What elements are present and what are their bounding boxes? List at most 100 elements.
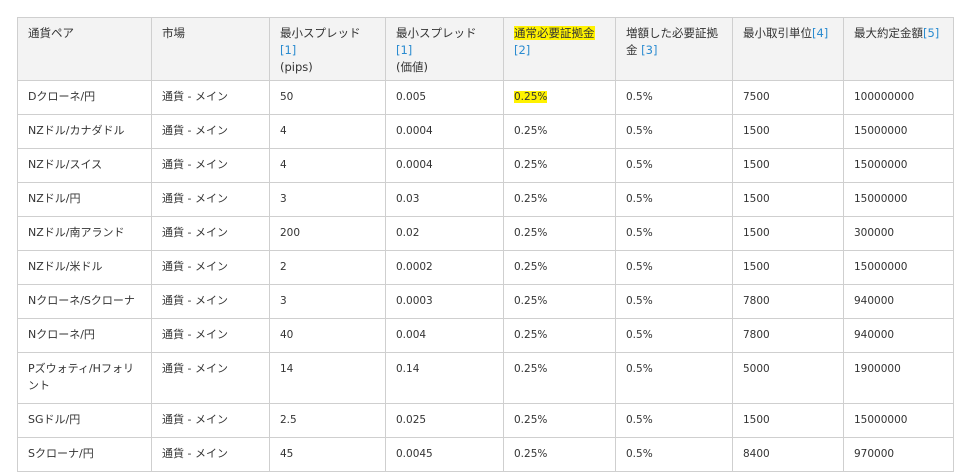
spread-pips-cell: 3 [269, 182, 386, 217]
min-unit-value: 1500 [743, 227, 770, 239]
spread-value-value: 0.14 [396, 363, 420, 375]
column-header-2: 最小スプレッド [1] (pips) [269, 17, 386, 81]
market-cell: 通貨 - メイン [151, 250, 270, 285]
market-cell: 通貨 - メイン [151, 148, 270, 183]
max-amount-value: 1900000 [854, 363, 901, 375]
increased-margin-value: 0.5% [626, 295, 653, 307]
market-cell: 通貨 - メイン [151, 284, 270, 319]
spread-pips-value: 3 [280, 295, 287, 307]
spread-pips-value: 4 [280, 159, 287, 171]
min-unit-value: 7800 [743, 295, 770, 307]
spread-value-cell: 0.004 [385, 318, 504, 353]
spread-pips-value: 45 [280, 448, 294, 460]
spread-pips-cell: 2 [269, 250, 386, 285]
footnote-link[interactable]: [4] [812, 26, 828, 40]
increased-margin-cell: 0.5% [615, 80, 733, 115]
margin-cell: 0.25% [503, 250, 616, 285]
table-row: NZドル/スイス 通貨 - メイン 4 0.0004 0.25% 0.5% 1500 1500… [17, 148, 954, 183]
min-unit-cell: 1500 [732, 250, 844, 285]
increased-margin-cell: 0.5% [615, 318, 733, 353]
spread-pips-value: 14 [280, 363, 294, 375]
min-unit-cell: 7500 [732, 80, 844, 115]
market-cell: 通貨 - メイン [151, 80, 270, 115]
increased-margin-cell: 0.5% [615, 216, 733, 251]
increased-margin-value: 0.5% [626, 91, 653, 103]
increased-margin-cell: 0.5% [615, 250, 733, 285]
max-amount-cell: 15000000 [843, 148, 954, 183]
spread-pips-value: 3 [280, 193, 287, 205]
column-header-7: 最大約定金額[5] [843, 17, 954, 81]
column-header-1: 市場 [151, 17, 270, 81]
column-header-4: 通常必要証拠金 [2] [503, 17, 616, 81]
footnote-link[interactable]: [3] [641, 43, 657, 57]
column-header-0: 通貨ペア [17, 17, 152, 81]
table-row: NZドル/円 通貨 - メイン 3 0.03 0.25% 0.5% 1500 15000000 [17, 182, 954, 217]
min-unit-value: 1500 [743, 193, 770, 205]
market-cell: 通貨 - メイン [151, 114, 270, 149]
spread-pips-value: 2.5 [280, 414, 297, 426]
currency-pair-value: NZドル/円 [28, 192, 81, 205]
margin-cell: 0.25% [503, 114, 616, 149]
increased-margin-cell: 0.5% [615, 352, 733, 404]
currency-pair-cell: Pズウォティ/Hフォリント [17, 352, 152, 404]
margin-value: 0.25% [514, 363, 548, 375]
currency-pair-cell: NZドル/カナダドル [17, 114, 152, 149]
spread-pips-cell: 4 [269, 114, 386, 149]
max-amount-cell: 1900000 [843, 352, 954, 404]
min-unit-value: 7500 [743, 91, 770, 103]
spread-value-value: 0.004 [396, 329, 427, 341]
currency-pair-value: SGドル/円 [28, 413, 81, 426]
increased-margin-cell: 0.5% [615, 148, 733, 183]
currency-pair-value: NZドル/カナダドル [28, 124, 125, 137]
market-value: 通貨 - メイン [162, 124, 228, 137]
currency-pair-table: 通貨ペア 市場 最小スプレッド [1] (pips) 最小スプレッド [1] (価値) 通常… [17, 17, 954, 472]
margin-cell: 0.25% [503, 148, 616, 183]
increased-margin-value: 0.5% [626, 193, 653, 205]
table-row: NZドル/南アランド 通貨 - メイン 200 0.02 0.25% 0.5% 1500 30… [17, 216, 954, 251]
table-row: Dクローネ/円 通貨 - メイン 50 0.005 0.25% 0.5% 7500 10000… [17, 80, 954, 115]
spread-pips-cell: 50 [269, 80, 386, 115]
spread-value-value: 0.03 [396, 193, 420, 205]
table-row: Pズウォティ/Hフォリント 通貨 - メイン 14 0.14 0.25% 0.5% 5000… [17, 352, 954, 404]
margin-value: 0.25% [514, 295, 548, 307]
table-body: Dクローネ/円 通貨 - メイン 50 0.005 0.25% 0.5% 7500 10000… [17, 80, 954, 472]
currency-pair-value: NZドル/スイス [28, 158, 103, 171]
increased-margin-value: 0.5% [626, 414, 653, 426]
market-value: 通貨 - メイン [162, 413, 228, 426]
footnote-link[interactable]: [1] [396, 43, 412, 57]
spread-value-cell: 0.025 [385, 403, 504, 438]
column-header-label: 通貨ペア [28, 26, 74, 40]
margin-cell: 0.25% [503, 182, 616, 217]
margin-value: 0.25% [514, 91, 548, 103]
currency-pair-cell: Nクローネ/円 [17, 318, 152, 353]
currency-pair-value: NZドル/南アランド [28, 226, 125, 239]
min-unit-cell: 5000 [732, 352, 844, 404]
min-unit-cell: 1500 [732, 148, 844, 183]
column-header-label: 最大約定金額 [854, 26, 923, 40]
increased-margin-cell: 0.5% [615, 182, 733, 217]
min-unit-cell: 1500 [732, 403, 844, 438]
increased-margin-value: 0.5% [626, 448, 653, 460]
spread-pips-value: 200 [280, 227, 301, 239]
max-amount-cell: 15000000 [843, 250, 954, 285]
currency-pair-cell: NZドル/米ドル [17, 250, 152, 285]
spread-value-cell: 0.02 [385, 216, 504, 251]
min-unit-value: 1500 [743, 414, 770, 426]
margin-value: 0.25% [514, 448, 548, 460]
currency-pair-cell: NZドル/円 [17, 182, 152, 217]
currency-pair-value: Pズウォティ/Hフォリント [28, 362, 134, 392]
spread-pips-value: 2 [280, 261, 287, 273]
spread-pips-cell: 200 [269, 216, 386, 251]
increased-margin-cell: 0.5% [615, 114, 733, 149]
min-unit-value: 1500 [743, 261, 770, 273]
footnote-link[interactable]: [2] [514, 43, 530, 57]
max-amount-cell: 940000 [843, 318, 954, 353]
margin-cell: 0.25% [503, 318, 616, 353]
footnote-link[interactable]: [1] [280, 43, 296, 57]
market-value: 通貨 - メイン [162, 362, 228, 375]
column-header-label: 最小スプレッド [280, 26, 361, 40]
spread-value-value: 0.02 [396, 227, 420, 239]
footnote-link[interactable]: [5] [923, 26, 939, 40]
spread-value-value: 0.025 [396, 414, 427, 426]
currency-pair-table-container: 通貨ペア 市場 最小スプレッド [1] (pips) 最小スプレッド [1] (価値) 通常… [17, 17, 954, 472]
